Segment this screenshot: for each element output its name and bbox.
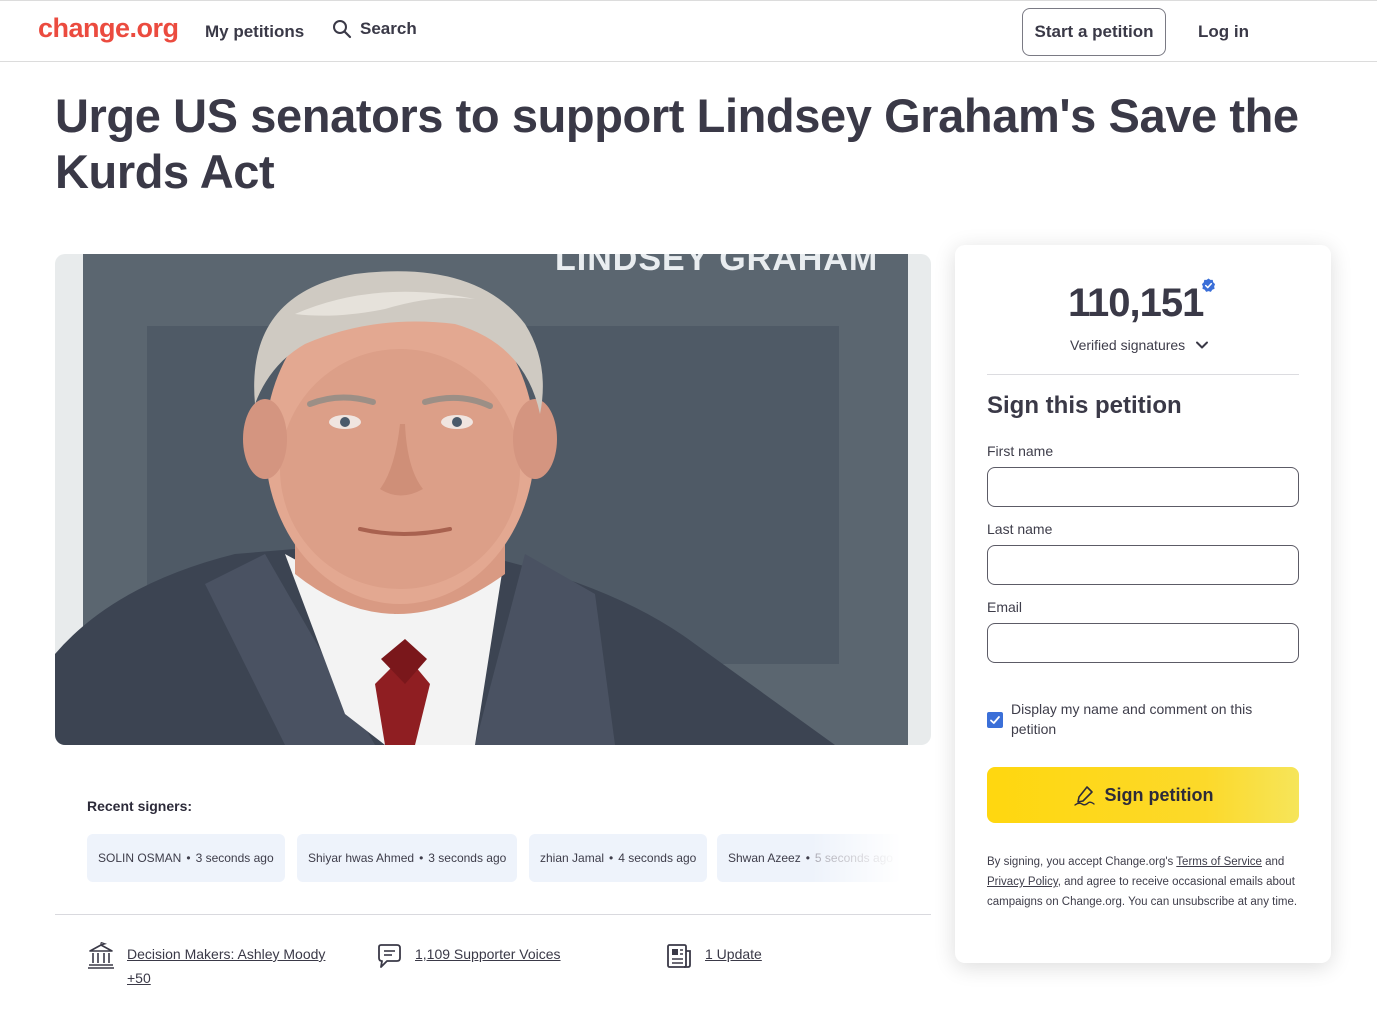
section-divider bbox=[55, 914, 931, 915]
signature-count: 110,151 bbox=[1068, 281, 1204, 325]
separator-dot: • bbox=[805, 851, 810, 865]
verified-signatures-label: Verified signatures bbox=[1070, 337, 1186, 353]
start-petition-button[interactable]: Start a petition bbox=[1022, 8, 1166, 56]
signer-time: 3 seconds ago bbox=[195, 851, 274, 865]
updates-link[interactable]: 1 Update bbox=[705, 942, 762, 966]
top-navigation-bar: change.org My petitions Search Start a p… bbox=[0, 0, 1377, 62]
legal-prefix: By signing, you accept Change.org's bbox=[987, 856, 1177, 868]
separator-dot: • bbox=[609, 851, 614, 865]
supporter-voices-link[interactable]: 1,109 Supporter Voices bbox=[415, 942, 561, 966]
pen-signature-icon bbox=[1073, 786, 1095, 806]
verified-signatures-toggle[interactable]: Verified signatures bbox=[1070, 337, 1209, 353]
checkmark-icon bbox=[990, 716, 1000, 724]
search-icon bbox=[333, 20, 352, 39]
decision-makers-item: Decision Makers: Ashley Moody +50 bbox=[87, 942, 347, 990]
email-field[interactable] bbox=[987, 623, 1299, 663]
recent-signer-chip: zhian Jamal • 4 seconds ago bbox=[529, 834, 708, 882]
separator-dot: • bbox=[186, 851, 191, 865]
newspaper-icon bbox=[667, 944, 691, 968]
first-name-field[interactable] bbox=[987, 467, 1299, 507]
recent-signer-chip: Shiyar hwas Ahmed • 3 seconds ago bbox=[297, 834, 518, 882]
government-building-icon bbox=[88, 942, 114, 969]
chevron-down-icon bbox=[1196, 341, 1209, 349]
petition-image: LINDSEY GRAHAM bbox=[55, 254, 931, 745]
sign-petition-button[interactable]: Sign petition bbox=[987, 767, 1299, 823]
card-divider bbox=[987, 374, 1299, 375]
change-org-logo[interactable]: change.org bbox=[38, 13, 179, 44]
signer-name: zhian Jamal bbox=[540, 851, 605, 865]
search-label: Search bbox=[360, 19, 417, 38]
log-in-link[interactable]: Log in bbox=[1198, 22, 1249, 42]
signer-name: Shiyar hwas Ahmed bbox=[308, 851, 415, 865]
legal-and: and bbox=[1261, 856, 1285, 868]
last-name-label: Last name bbox=[987, 521, 1053, 537]
sign-form-title: Sign this petition bbox=[987, 392, 1182, 419]
terms-of-service-link[interactable]: Terms of Service bbox=[1176, 856, 1262, 868]
recent-signers-label: Recent signers: bbox=[87, 798, 193, 814]
signer-time: 5 seconds ago bbox=[814, 851, 893, 865]
search-link[interactable]: Search bbox=[332, 19, 417, 39]
signer-time: 3 seconds ago bbox=[428, 851, 507, 865]
speech-bubble-icon bbox=[378, 944, 401, 968]
my-petitions-link[interactable]: My petitions bbox=[205, 22, 304, 42]
separator-dot: • bbox=[419, 851, 424, 865]
petition-title: Urge US senators to support Lindsey Grah… bbox=[55, 89, 1299, 198]
email-label: Email bbox=[987, 599, 1023, 615]
decision-makers-link[interactable]: Decision Makers: Ashley Moody +50 bbox=[127, 942, 347, 990]
person-portrait bbox=[55, 271, 835, 745]
display-name-checkbox-label[interactable]: Display my name and comment on this peti… bbox=[1011, 699, 1281, 739]
updates-item: 1 Update bbox=[665, 942, 762, 970]
supporter-voices-item: 1,109 Supporter Voices bbox=[375, 942, 561, 970]
recent-signer-chip: SOLIN OSMAN • 3 seconds ago bbox=[87, 834, 285, 882]
legal-disclaimer: By signing, you accept Change.org's Term… bbox=[987, 852, 1299, 912]
last-name-field[interactable] bbox=[987, 545, 1299, 585]
display-name-checkbox[interactable] bbox=[987, 712, 1003, 728]
verified-badge-icon bbox=[1201, 278, 1216, 292]
privacy-policy-link[interactable]: Privacy Policy bbox=[987, 876, 1058, 888]
signer-name: SOLIN OSMAN bbox=[98, 851, 182, 865]
sign-petition-label: Sign petition bbox=[1104, 784, 1214, 805]
signer-name: Shwan Azeez bbox=[728, 851, 801, 865]
recent-signer-chip: Shwan Azeez • 5 seconds ago bbox=[717, 834, 901, 882]
signer-time: 4 seconds ago bbox=[618, 851, 697, 865]
first-name-label: First name bbox=[987, 443, 1054, 459]
